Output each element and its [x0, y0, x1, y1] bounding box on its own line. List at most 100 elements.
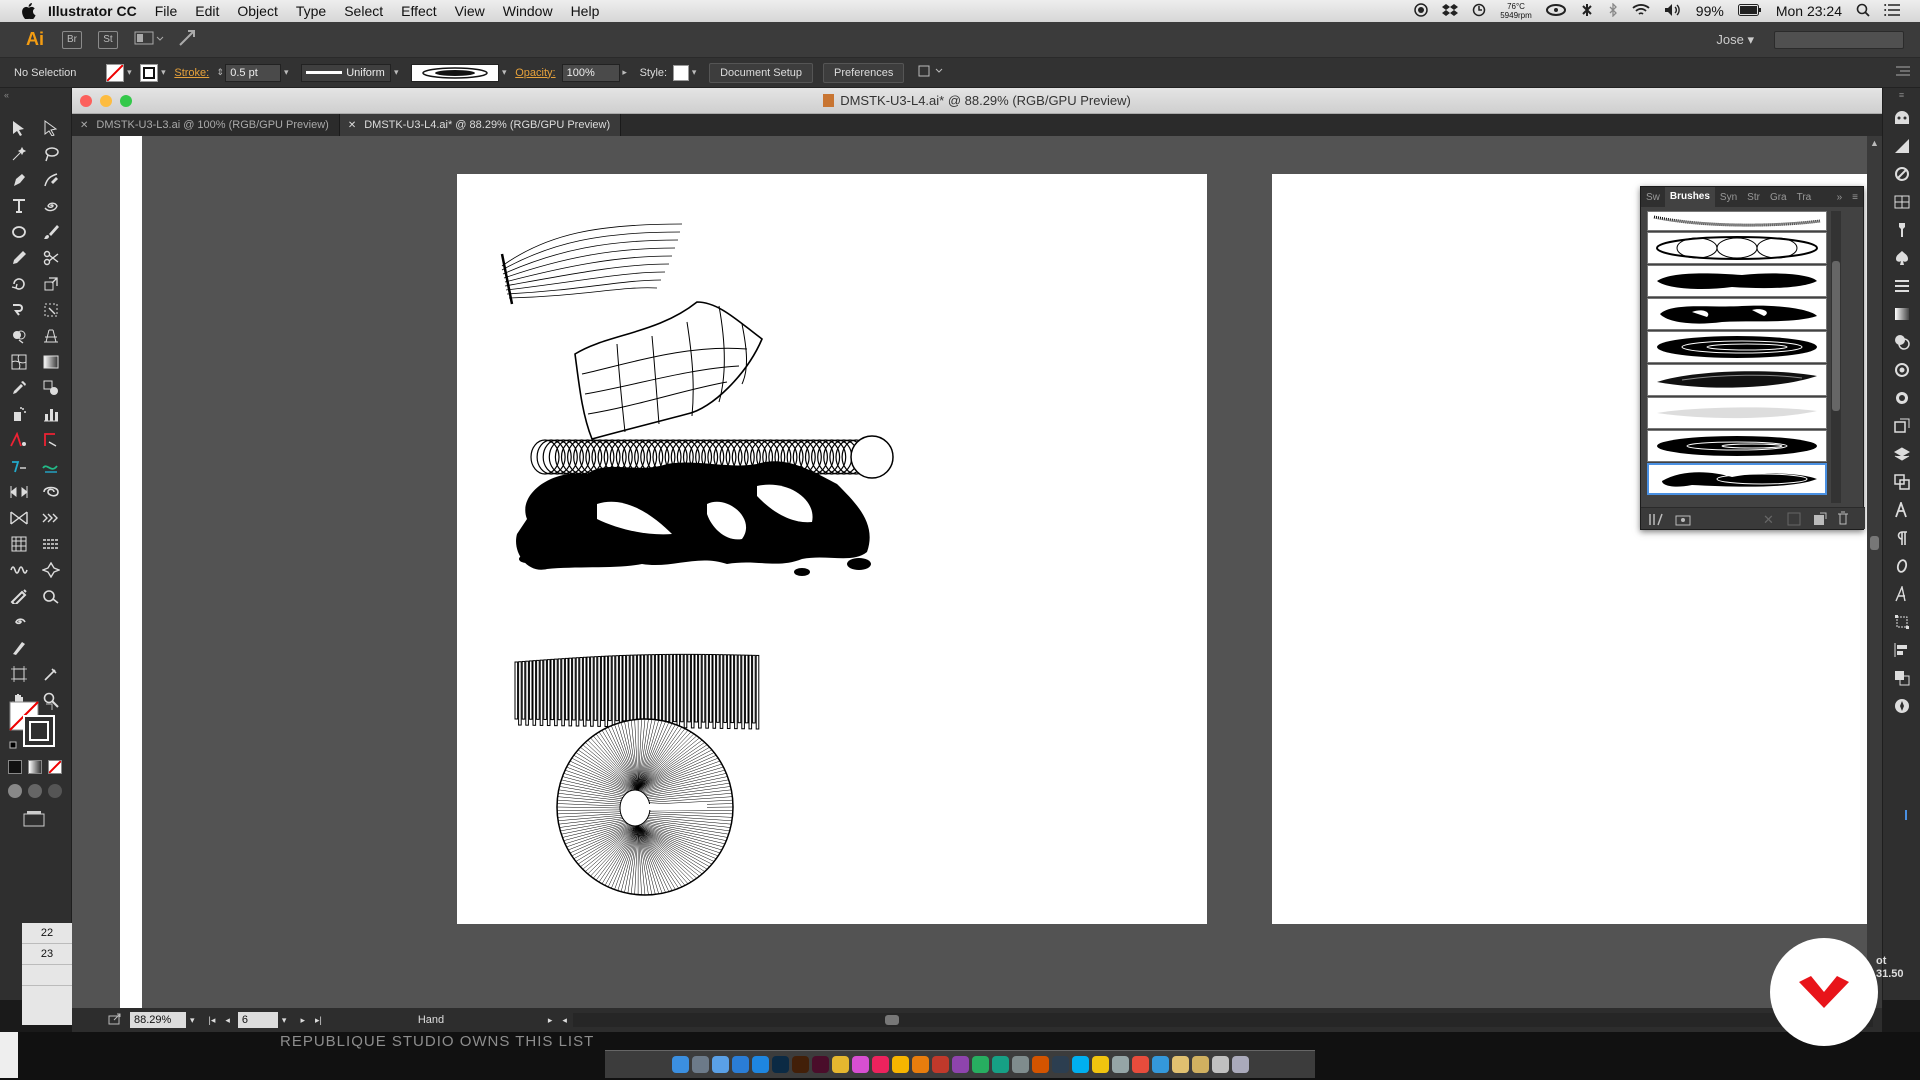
tab-document-l3[interactable]: ✕ DMSTK-U3-L3.ai @ 100% (RGB/GPU Preview)	[72, 114, 340, 136]
fill-dropdown-icon[interactable]: ▾	[124, 67, 134, 78]
nvidia-icon[interactable]	[1545, 3, 1566, 20]
brush-swatch[interactable]	[1647, 298, 1827, 330]
artboard-main[interactable]	[457, 174, 1207, 924]
none-mode-icon[interactable]	[48, 760, 62, 774]
help-search-input[interactable]	[1774, 30, 1904, 49]
app-icon[interactable]	[1151, 1056, 1169, 1073]
volume-icon[interactable]	[1664, 3, 1682, 20]
transform-icon[interactable]	[1892, 614, 1912, 630]
ellipse-tool-icon[interactable]	[8, 222, 30, 242]
menu-window[interactable]: Window	[503, 3, 553, 19]
tab-swatches[interactable]: Sw	[1641, 192, 1665, 203]
magic-wand-tool-icon[interactable]	[8, 144, 30, 164]
user-account[interactable]: Jose ▾	[1716, 32, 1754, 48]
mesh-tool-icon[interactable]	[8, 352, 30, 372]
menu-select[interactable]: Select	[344, 3, 383, 19]
tab-stroke[interactable]: Str	[1742, 192, 1765, 203]
brush-swatch[interactable]	[1647, 397, 1827, 429]
menu-help[interactable]: Help	[571, 3, 600, 19]
direct-selection-tool-icon[interactable]	[40, 118, 62, 138]
swatches-icon[interactable]	[1892, 194, 1912, 210]
close-window-button[interactable]	[80, 95, 92, 107]
brush-swatch[interactable]	[1647, 211, 1827, 231]
app-icon[interactable]	[991, 1056, 1009, 1073]
gradient-tool-icon[interactable]	[40, 352, 62, 372]
stroke-weight-field[interactable]: 0.5 pt	[225, 63, 282, 82]
app-icon[interactable]	[931, 1056, 949, 1073]
stroke-stepper-icon[interactable]: ⇕	[215, 67, 225, 78]
brush-definition[interactable]	[411, 63, 500, 82]
sketch-icon[interactable]	[891, 1056, 909, 1073]
opentype-icon[interactable]	[1892, 558, 1912, 574]
rotate-tool-icon[interactable]	[8, 274, 30, 294]
horizontal-scrollbar[interactable]	[572, 1013, 1873, 1027]
stroke-panel-icon[interactable]	[1892, 278, 1912, 294]
curvature-tool-icon[interactable]	[40, 170, 62, 190]
opacity-field[interactable]: 100%	[561, 63, 620, 82]
spiral-tool-icon[interactable]	[40, 196, 62, 216]
draw-behind-icon[interactable]	[28, 784, 42, 798]
draw-normal-icon[interactable]	[8, 784, 22, 798]
lasso-tool-icon[interactable]	[40, 144, 62, 164]
type-tool-icon[interactable]	[8, 196, 30, 216]
layer-row[interactable]: 23	[22, 944, 72, 965]
artboards-icon[interactable]	[1892, 474, 1912, 490]
twirl-tool-icon[interactable]	[40, 482, 62, 502]
style-dropdown-icon[interactable]: ▾	[689, 67, 699, 78]
panel-options-icon[interactable]: ≡	[1847, 192, 1863, 203]
dropbox-icon[interactable]	[1442, 3, 1459, 20]
artboard-tool-icon[interactable]	[8, 664, 30, 684]
notification-center-icon[interactable]	[1884, 3, 1900, 19]
bloat-tool-icon[interactable]	[40, 586, 62, 606]
grid-tool-icon[interactable]	[8, 534, 30, 554]
pathfinder-icon[interactable]	[1892, 670, 1912, 686]
app-icon[interactable]	[1051, 1056, 1069, 1073]
paragraph-icon[interactable]	[1892, 530, 1912, 546]
sync-icon[interactable]	[1472, 3, 1486, 20]
layers-icon[interactable]	[1892, 446, 1912, 462]
blend-tool-icon[interactable]	[40, 378, 62, 398]
scale-tool-icon[interactable]	[40, 274, 62, 294]
arrange-icon[interactable]	[918, 64, 944, 81]
zoom-window-button[interactable]	[120, 95, 132, 107]
status-menu-arrow-icon[interactable]: ▸	[548, 1015, 553, 1026]
warp-tool-icon[interactable]	[8, 300, 30, 320]
screen-mode-icon[interactable]	[22, 810, 46, 831]
fill-swatch[interactable]	[106, 63, 125, 82]
skype-icon[interactable]	[1071, 1056, 1089, 1073]
chrome-icon[interactable]	[831, 1056, 849, 1073]
opacity-arrow-icon[interactable]: ▸	[620, 67, 630, 78]
gradient-mode-icon[interactable]	[28, 760, 42, 774]
stroke-label[interactable]: Stroke:	[174, 67, 209, 79]
close-tab-icon[interactable]: ✕	[80, 120, 88, 131]
first-artboard-icon[interactable]: |◂	[209, 1015, 216, 1026]
app-icon[interactable]	[971, 1056, 989, 1073]
app-icon[interactable]	[1131, 1056, 1149, 1073]
app-icon[interactable]	[1091, 1056, 1109, 1073]
custom-cyan-tool-a-icon[interactable]	[8, 456, 30, 476]
blob-brush-tool-icon[interactable]	[8, 586, 30, 606]
slice-tool-icon[interactable]	[40, 664, 62, 684]
layer-row[interactable]: 22	[22, 923, 72, 944]
gpu-performance-icon[interactable]	[178, 29, 196, 50]
free-transform-tool-icon[interactable]	[40, 300, 62, 320]
brush-dropdown-icon[interactable]: ▾	[499, 67, 509, 78]
brushes-dock-icon[interactable]	[1892, 222, 1912, 238]
draw-inside-icon[interactable]	[48, 784, 62, 798]
brush-swatch[interactable]	[1647, 232, 1827, 264]
brush-swatch[interactable]	[1647, 331, 1827, 363]
arrange-documents-icon[interactable]	[134, 30, 164, 49]
clock[interactable]: Mon 23:24	[1776, 3, 1842, 19]
character-icon[interactable]	[1892, 502, 1912, 518]
panel-menu-icon[interactable]	[1896, 66, 1910, 79]
blender-icon[interactable]	[911, 1056, 929, 1073]
app-icon[interactable]	[1031, 1056, 1049, 1073]
appearance-icon[interactable]	[1892, 362, 1912, 378]
folder-icon[interactable]	[1171, 1056, 1189, 1073]
zoom-field[interactable]: 88.29%	[130, 1012, 186, 1028]
menu-file[interactable]: File	[155, 3, 178, 19]
scroll-up-icon[interactable]: ▲	[1867, 138, 1882, 148]
graphic-styles-icon[interactable]	[1892, 390, 1912, 406]
crystallize-tool-icon[interactable]	[40, 560, 62, 580]
scissors-tool-icon[interactable]	[40, 248, 62, 268]
